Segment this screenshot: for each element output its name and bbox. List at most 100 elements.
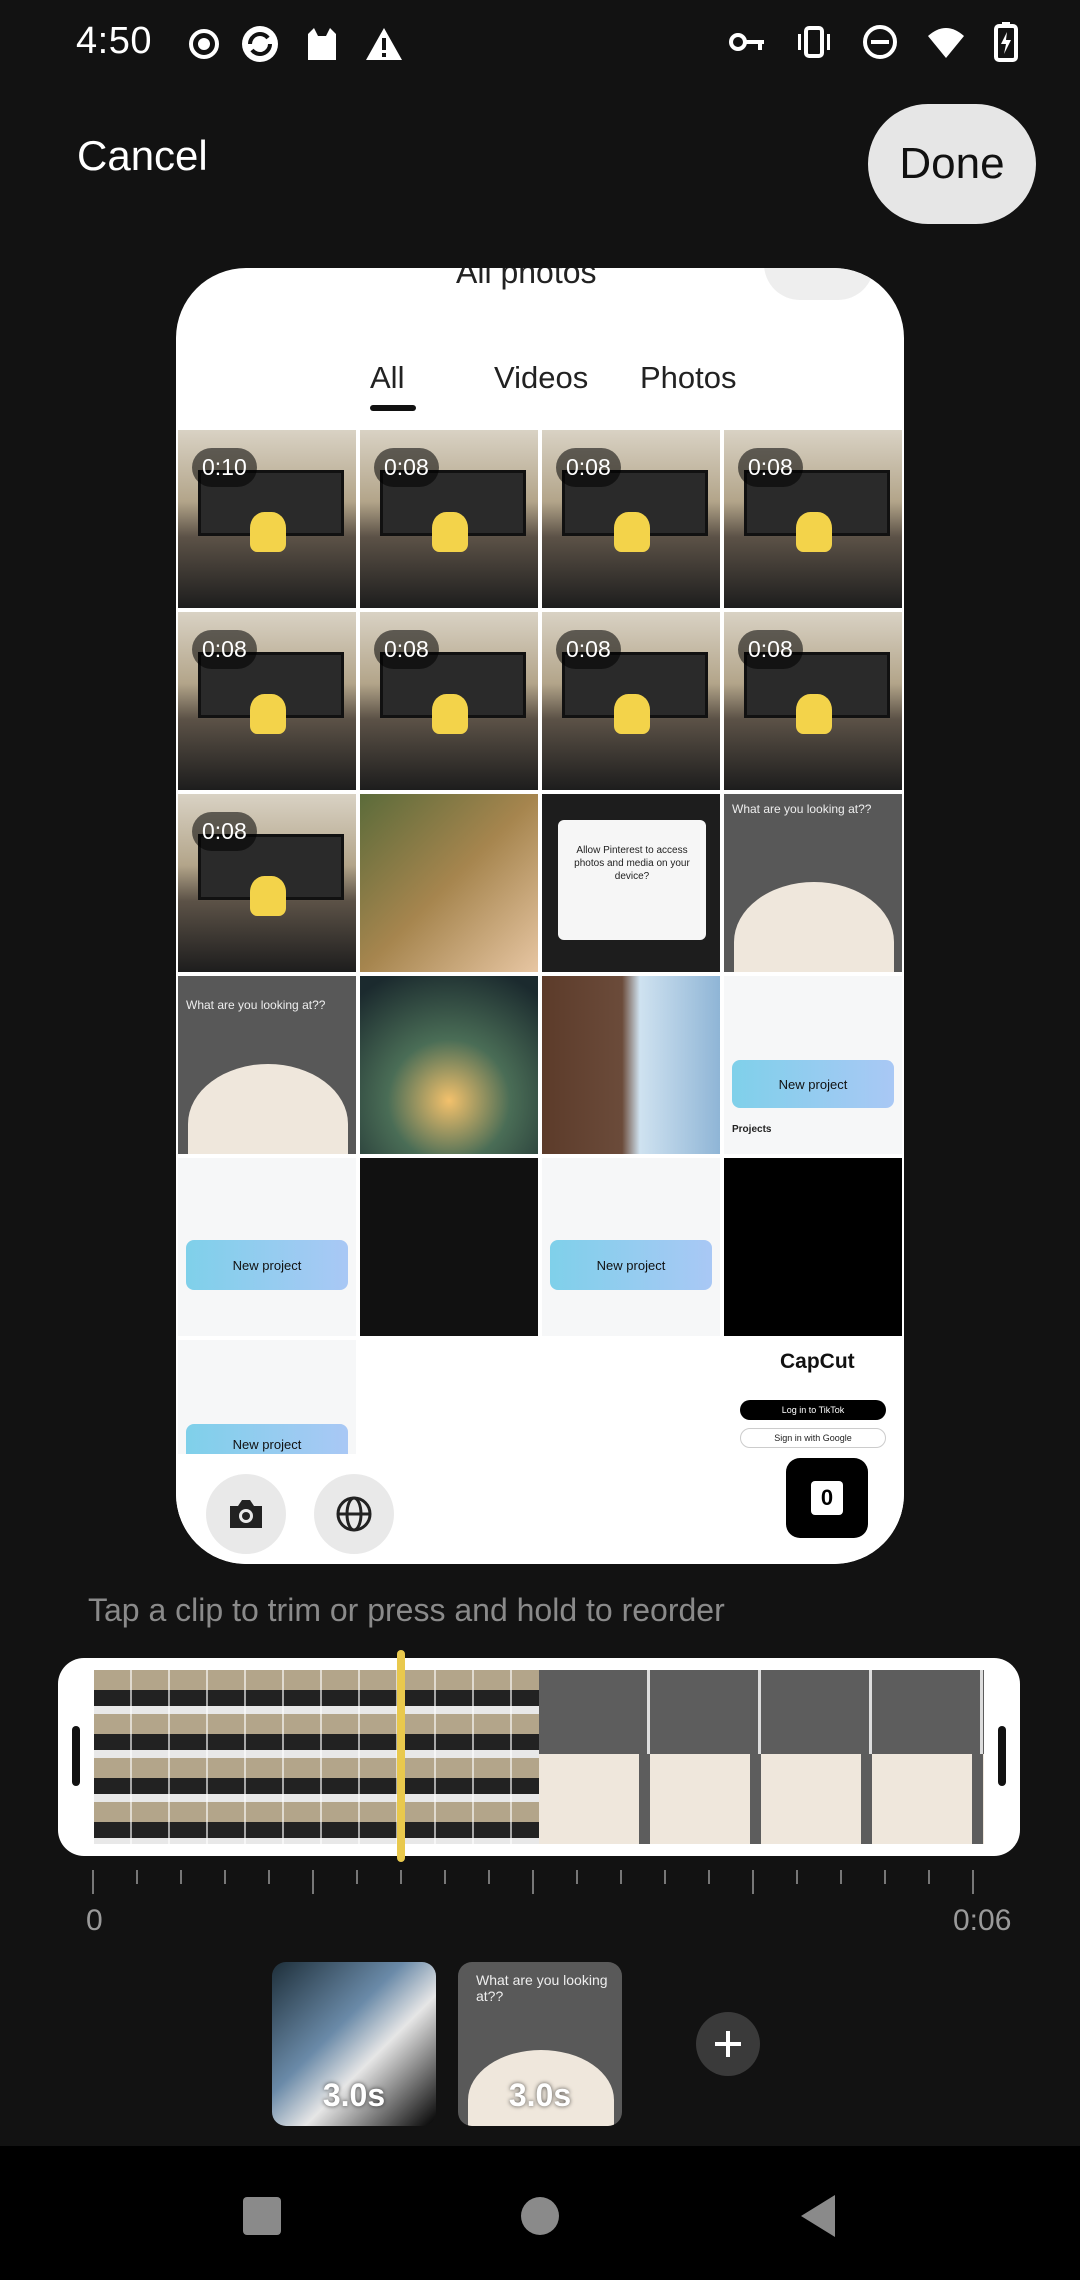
ruler-tick-19 xyxy=(884,1870,886,1884)
camera-icon xyxy=(206,1474,286,1554)
media-thumb-capcut-home: New project xyxy=(542,1158,720,1336)
ruler-tick-11 xyxy=(532,1870,534,1894)
media-thumb-cartoon: What are you looking at?? xyxy=(178,976,356,1154)
timeline-frames-clip-2 xyxy=(539,1670,984,1844)
signin-google: Sign in with Google xyxy=(740,1428,886,1448)
media-thumb: 0:08 xyxy=(724,430,902,608)
media-thumb: 0:08 xyxy=(360,430,538,608)
login-tiktok: Log in to TikTok xyxy=(740,1400,886,1420)
ruler-start-label: 0 xyxy=(86,1904,103,1937)
media-thumb-anime-girls xyxy=(360,794,538,972)
time-ruler xyxy=(92,1870,988,1900)
preview-tab-photos: Photos xyxy=(640,360,737,395)
permission-card: Allow Pinterest to access photos and med… xyxy=(558,820,706,940)
trim-handle-left[interactable] xyxy=(72,1726,80,1786)
ruler-tick-13 xyxy=(620,1870,622,1884)
globe-icon xyxy=(314,1474,394,1554)
media-thumb: 0:10 xyxy=(178,430,356,608)
ruler-tick-18 xyxy=(840,1870,842,1884)
media-thumb-cartoon: What are you looking at?? xyxy=(724,794,902,972)
vibrate-icon xyxy=(798,26,830,58)
thumb-new-project: New project xyxy=(732,1060,894,1108)
preview-tab-all: All xyxy=(370,360,405,395)
timeline-frames xyxy=(94,1670,984,1844)
ruler-tick-12 xyxy=(576,1870,578,1884)
duration-badge: 0:08 xyxy=(374,448,439,487)
ruler-tick-8 xyxy=(400,1870,402,1884)
preview-album-title: All photos xyxy=(456,268,597,290)
preview-bottom-bar: 0 xyxy=(176,1454,904,1564)
duration-badge: 0:08 xyxy=(556,448,621,487)
ruler-tick-6 xyxy=(312,1870,314,1894)
preview-next-button xyxy=(764,268,874,300)
ruler-tick-4 xyxy=(224,1870,226,1884)
playhead[interactable] xyxy=(397,1650,405,1862)
clip-duration: 3.0s xyxy=(508,2077,572,2113)
duration-badge: 0:08 xyxy=(192,812,257,851)
thumb-new-project-2: New project xyxy=(186,1240,348,1290)
triangle-back-icon xyxy=(801,2195,835,2237)
preview-media-grid: 0:10 0:08 0:08 0:08 0:08 0:08 0:08 0:08 … xyxy=(178,430,902,1518)
duration-badge: 0:08 xyxy=(192,630,257,669)
hint-text: Tap a clip to trim or press and hold to … xyxy=(88,1592,725,1628)
clip-thumbnail-1[interactable]: 3.0s xyxy=(272,1962,436,2126)
add-clip-button[interactable] xyxy=(696,2012,760,2076)
media-thumb-frozen xyxy=(542,976,720,1154)
trim-handle-right[interactable] xyxy=(998,1726,1006,1786)
warning-icon xyxy=(366,28,402,60)
status-bar: 4:50 xyxy=(0,0,1080,86)
duration-badge: 0:08 xyxy=(556,630,621,669)
permission-text: Allow Pinterest to access photos and med… xyxy=(574,845,690,882)
video-preview[interactable]: All photos All Videos Photos 0:10 0:08 0… xyxy=(176,268,904,1564)
plus-icon xyxy=(715,2031,741,2057)
thumb-caption: What are you looking at?? xyxy=(732,802,872,816)
duration-badge: 0:08 xyxy=(738,448,803,487)
media-thumb-forest xyxy=(360,976,538,1154)
ruler-end-label: 0:06 xyxy=(953,1904,1012,1937)
media-thumb-black xyxy=(724,1158,902,1336)
square-icon xyxy=(243,2197,281,2235)
clip-caption: What are you looking at?? xyxy=(476,1972,608,2004)
status-time: 4:50 xyxy=(76,20,152,62)
cat-icon xyxy=(308,28,336,60)
recents-button[interactable] xyxy=(222,2176,302,2256)
ruler-tick-2 xyxy=(136,1870,138,1884)
home-button[interactable] xyxy=(500,2176,580,2256)
ruler-tick-3 xyxy=(180,1870,182,1884)
done-button[interactable]: Done xyxy=(868,104,1036,224)
media-thumb: 0:08 xyxy=(542,612,720,790)
preview-top-bar: All photos xyxy=(176,268,904,328)
media-thumb-permission-dialog: Allow Pinterest to access photos and med… xyxy=(542,794,720,972)
preview-tab-videos: Videos xyxy=(494,360,589,395)
preview-tab-indicator xyxy=(370,405,416,411)
thumbnail-face-2 xyxy=(188,1064,348,1154)
media-thumb-text-settings xyxy=(360,1158,538,1336)
folder-icon: 0 xyxy=(786,1458,868,1538)
clip-thumbnail-2[interactable]: What are you looking at?? 3.0s xyxy=(458,1962,622,2126)
sync-icon xyxy=(242,26,278,62)
ruler-tick-21 xyxy=(972,1870,974,1894)
capcut-logo: CapCut xyxy=(780,1350,855,1373)
record-icon xyxy=(189,29,219,59)
thumb-new-project-3: New project xyxy=(550,1240,712,1290)
thumb-caption-2: What are you looking at?? xyxy=(186,998,326,1012)
timeline-strip[interactable] xyxy=(58,1658,1020,1856)
ruler-tick-15 xyxy=(708,1870,710,1884)
thumb-projects-label: Projects xyxy=(732,1124,772,1135)
ruler-tick-10 xyxy=(488,1870,490,1884)
system-nav-bar xyxy=(0,2146,1080,2280)
battery-icon xyxy=(994,22,1018,62)
timeline-frames-clip-1 xyxy=(94,1670,539,1844)
ruler-tick-5 xyxy=(268,1870,270,1884)
cancel-button[interactable]: Cancel xyxy=(77,132,208,180)
duration-badge: 0:10 xyxy=(192,448,257,487)
thumbnail-faces xyxy=(539,1754,984,1844)
preview-tabs: All Videos Photos xyxy=(176,360,904,420)
thumbnail-face xyxy=(734,882,894,972)
folder-count: 0 xyxy=(810,1481,844,1515)
media-thumb: 0:08 xyxy=(724,612,902,790)
key-icon xyxy=(729,33,764,51)
back-button[interactable] xyxy=(778,2176,858,2256)
ruler-tick xyxy=(92,1870,94,1894)
media-thumb: 0:08 xyxy=(360,612,538,790)
